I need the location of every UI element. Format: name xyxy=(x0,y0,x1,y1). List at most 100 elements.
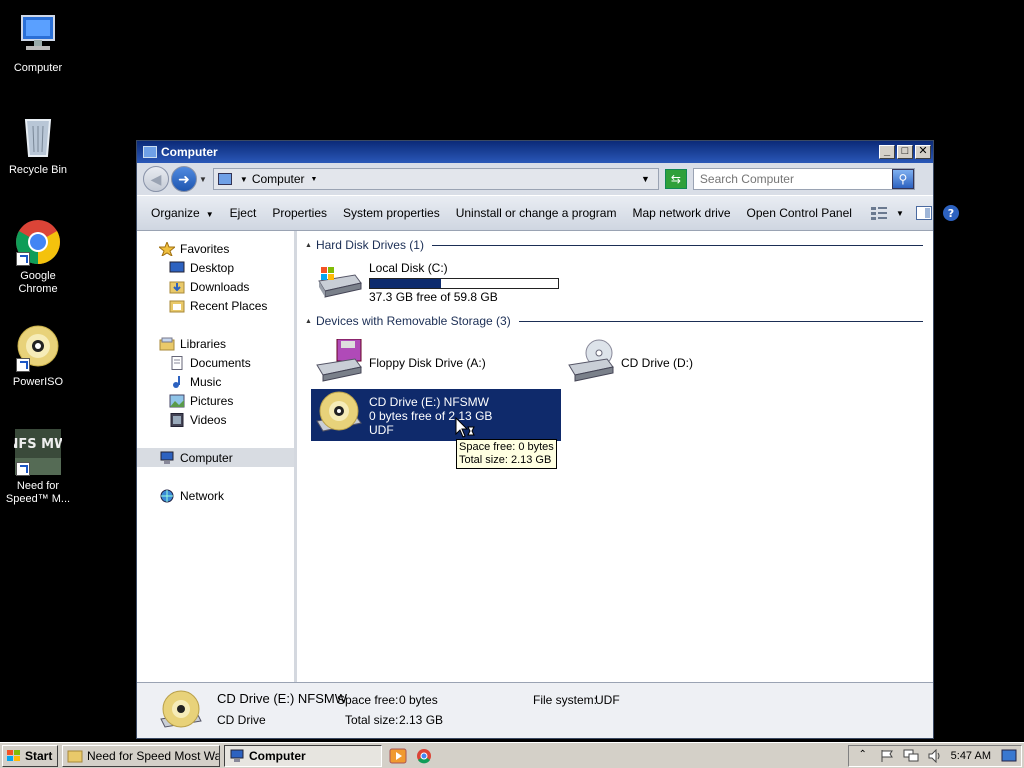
help-icon[interactable]: ? xyxy=(942,204,960,222)
computer-icon xyxy=(229,749,245,763)
videos-icon xyxy=(169,412,185,427)
cd-drive-icon xyxy=(567,339,615,387)
desktop-icon-poweriso[interactable]: PowerISO xyxy=(0,324,76,389)
media-player-icon[interactable] xyxy=(388,746,408,766)
recent-pages-chevron-icon[interactable]: ▼ xyxy=(199,175,207,184)
minimize-button[interactable]: _ xyxy=(879,145,895,159)
show-hidden-icons-icon[interactable]: ⌃ xyxy=(855,749,871,763)
show-desktop-icon[interactable] xyxy=(1001,749,1017,763)
disk-usage-bar xyxy=(369,278,559,289)
forward-button[interactable]: ➜ xyxy=(171,166,197,192)
desktop-icon-google-chrome[interactable]: Google Chrome xyxy=(0,218,76,296)
nav-item-desktop[interactable]: Desktop xyxy=(137,258,294,277)
drive-free-space: 37.3 GB free of 59.8 GB xyxy=(369,290,498,304)
search-icon[interactable]: ⚲ xyxy=(891,169,914,189)
view-options-chevron-icon[interactable]: ▼ xyxy=(896,204,904,222)
refresh-button[interactable]: ⇆ xyxy=(664,169,687,189)
computer-icon xyxy=(14,10,62,58)
address-dropdown-icon[interactable]: ▼ xyxy=(641,174,650,184)
system-properties-button[interactable]: System properties xyxy=(335,200,448,226)
details-space-free: 0 bytes xyxy=(399,693,438,707)
group-header-removable[interactable]: ▲ Devices with Removable Storage (3) xyxy=(305,313,923,329)
folder-icon xyxy=(67,749,83,763)
details-total-size: 2.13 GB xyxy=(399,713,444,727)
window-titlebar[interactable]: Computer _ □ ✕ xyxy=(137,141,933,163)
busy-cursor-icon xyxy=(455,417,475,438)
breadcrumb-computer[interactable]: Computer xyxy=(252,172,305,186)
nfs-game-icon: NFS MW xyxy=(8,428,68,476)
window-title: Computer xyxy=(161,145,218,159)
search-input[interactable] xyxy=(699,172,892,186)
group-header-hard-disks[interactable]: ▲ Hard Disk Drives (1) xyxy=(305,237,923,253)
change-view-icon[interactable] xyxy=(870,204,888,222)
open-control-panel-button[interactable]: Open Control Panel xyxy=(739,200,860,226)
cd-disc-icon xyxy=(315,391,363,439)
drive-cd-e-nfsmw[interactable]: CD Drive (E:) NFSMW 0 bytes free of 2.13… xyxy=(311,389,561,441)
nav-network[interactable]: Network xyxy=(137,486,294,505)
network-status-icon[interactable] xyxy=(903,749,919,763)
drive-name: CD Drive (D:) xyxy=(621,356,693,370)
recycle-bin-icon xyxy=(14,112,62,160)
nav-item-recent-places[interactable]: Recent Places xyxy=(137,296,294,315)
computer-icon xyxy=(143,146,157,158)
desktop-icon-need-for-speed[interactable]: NFS MW Need for Speed™ M... xyxy=(0,428,76,506)
pictures-icon xyxy=(169,394,185,408)
cd-disc-icon xyxy=(159,689,203,733)
command-bar: Organize ▼ Eject Properties System proper… xyxy=(137,195,959,231)
nfs-badge-text: NFS MW xyxy=(14,437,62,452)
nav-computer[interactable]: Computer xyxy=(137,448,294,467)
drive-local-disk-c[interactable]: Local Disk (C:) 37.3 GB free of 59.8 GB xyxy=(315,261,559,309)
close-button[interactable]: ✕ xyxy=(915,145,931,159)
properties-button[interactable]: Properties xyxy=(264,200,335,226)
back-button[interactable]: ◀ xyxy=(143,166,169,192)
nav-favorites[interactable]: Favorites xyxy=(137,239,294,258)
taskbar-item-computer[interactable]: Computer xyxy=(224,744,382,767)
desktop-icon-computer[interactable]: Computer xyxy=(0,10,76,75)
nav-item-videos[interactable]: Videos xyxy=(137,410,294,429)
nav-item-pictures[interactable]: Pictures xyxy=(137,391,294,410)
nav-item-downloads[interactable]: Downloads xyxy=(137,277,294,296)
hard-disk-icon xyxy=(315,261,363,309)
desktop-icon-label: PowerISO xyxy=(12,376,64,388)
breadcrumb-chevron-icon[interactable]: ▼ xyxy=(311,176,318,183)
desktop-icon-label: Computer xyxy=(13,62,63,74)
taskbar-item-need-for-speed[interactable]: Need for Speed Most Wa... xyxy=(62,744,220,767)
collapse-triangle-icon[interactable]: ▲ xyxy=(305,318,312,325)
desktop-icon-recycle-bin[interactable]: Recycle Bin xyxy=(0,112,76,177)
drive-floppy-a[interactable]: Floppy Disk Drive (A:) xyxy=(315,338,486,387)
details-drive-name: CD Drive (E:) NFSMW xyxy=(217,691,347,706)
address-bar[interactable]: ▼ Computer ▼ ▼ xyxy=(212,168,659,190)
drive-name: Local Disk (C:) xyxy=(369,261,448,275)
chrome-icon[interactable] xyxy=(414,746,434,766)
computer-icon xyxy=(159,451,175,465)
uninstall-program-button[interactable]: Uninstall or change a program xyxy=(448,200,625,226)
desktop-folder-icon xyxy=(169,261,185,275)
search-box[interactable]: ⚲ xyxy=(692,168,915,190)
nav-item-music[interactable]: Music xyxy=(137,372,294,391)
organize-button[interactable]: Organize ▼ xyxy=(143,200,222,226)
drive-name: CD Drive (E:) NFSMW xyxy=(369,395,489,409)
nav-libraries[interactable]: Libraries xyxy=(137,334,294,353)
downloads-folder-icon xyxy=(169,280,185,294)
tooltip-space-free: Space free: 0 bytes xyxy=(459,441,554,453)
drive-name: Floppy Disk Drive (A:) xyxy=(369,356,486,370)
music-note-icon xyxy=(169,375,185,389)
maximize-button[interactable]: □ xyxy=(897,145,913,159)
volume-icon[interactable] xyxy=(927,748,943,763)
preview-pane-icon[interactable] xyxy=(915,204,932,222)
drives-view: ▲ Hard Disk Drives (1) Local Disk (C:) 3… xyxy=(297,231,933,682)
start-button[interactable]: Start xyxy=(2,744,58,767)
star-icon xyxy=(157,240,177,257)
breadcrumb-separator-icon[interactable]: ▼ xyxy=(240,175,248,184)
nav-item-documents[interactable]: Documents xyxy=(137,353,294,372)
taskbar-clock[interactable]: 5:47 AM xyxy=(951,750,991,762)
taskbar: Start Need for Speed Most Wa... Computer… xyxy=(0,742,1024,768)
action-center-flag-icon[interactable] xyxy=(879,749,895,763)
collapse-triangle-icon[interactable]: ▲ xyxy=(305,242,312,249)
details-drive-type: CD Drive xyxy=(217,713,266,727)
chevron-down-icon: ▼ xyxy=(205,210,214,219)
map-network-drive-button[interactable]: Map network drive xyxy=(624,200,738,226)
recent-places-icon xyxy=(169,299,185,313)
eject-button[interactable]: Eject xyxy=(222,200,265,226)
drive-cd-d[interactable]: CD Drive (D:) xyxy=(567,339,693,387)
